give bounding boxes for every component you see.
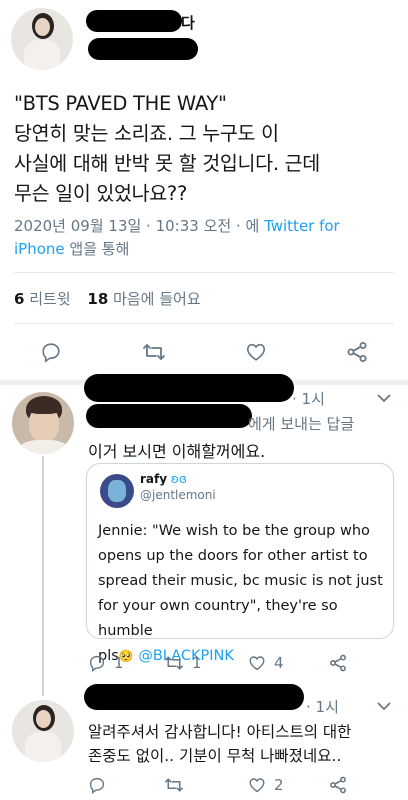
retweet-icon bbox=[165, 656, 183, 670]
likes-count: 18 bbox=[87, 290, 109, 308]
reply-2-text-line: 존중도 없이.. 기분이 무척 나빠졌네요.. bbox=[88, 747, 342, 765]
tweet-source-link[interactable]: Twitter for bbox=[264, 217, 340, 235]
thread-line bbox=[42, 456, 44, 696]
likes-stat[interactable]: 18 마음에 들어요 bbox=[87, 290, 200, 308]
tweet-meta: 2020년 09월 13일 · 10:33 오전 · 에 Twitter for… bbox=[14, 215, 399, 261]
quoted-text-line: spread their music, bc music is not just bbox=[98, 573, 383, 589]
butterfly-icon: ʚɞ bbox=[167, 472, 187, 486]
reply-2-text-line: 알려주셔서 감사합니다! 아티스트의 대한 bbox=[88, 723, 352, 741]
tweet-source-suffix: 앱을 통해 bbox=[64, 240, 130, 258]
like-count: 4 bbox=[274, 654, 284, 672]
retweets-label: 리트윗 bbox=[29, 290, 71, 308]
retweet-icon[interactable] bbox=[164, 776, 184, 794]
like-count: 2 bbox=[274, 776, 284, 794]
share-action-icon[interactable] bbox=[345, 340, 369, 364]
tweet-timestamp[interactable]: 2020년 09월 13일 · 10:33 오전 · 에 bbox=[14, 217, 264, 235]
tweet-text-line: 무슨 일이 있었나요?? bbox=[14, 182, 188, 205]
retweet-action-icon[interactable] bbox=[142, 341, 166, 363]
reply-author-avatar[interactable] bbox=[12, 392, 74, 454]
redacted-author-handle bbox=[88, 38, 198, 60]
retweets-stat[interactable]: 6 리트윗 bbox=[14, 290, 71, 308]
chevron-down-icon[interactable] bbox=[376, 700, 392, 712]
share-icon[interactable] bbox=[328, 653, 348, 673]
replying-to-suffix: 에게 보내는 답글 bbox=[248, 415, 355, 433]
quoted-author-handle: @jentlemoni bbox=[140, 488, 216, 502]
reply-1-retweet-button[interactable]: 1 bbox=[164, 654, 202, 672]
quoted-author-avatar bbox=[100, 474, 134, 508]
tweet-text: "BTS PAVED THE WAY" 당연히 맞는 소리죠. 그 누구도 이 … bbox=[14, 89, 320, 209]
tweet-text-line: 당연히 맞는 소리죠. 그 누구도 이 bbox=[14, 122, 279, 145]
reply-icon bbox=[89, 655, 105, 672]
retweet-count: 1 bbox=[192, 654, 202, 672]
quoted-author-name: rafy ʚɞ bbox=[140, 472, 187, 486]
reply-1-reply-button[interactable]: 1 bbox=[88, 654, 124, 672]
author-name-fragment: 다 bbox=[181, 14, 195, 32]
reply-1-like-button[interactable]: 4 bbox=[248, 654, 284, 672]
reply-text: 이거 보시면 이해할꺼에요. bbox=[88, 442, 266, 461]
reply-2-author-avatar[interactable] bbox=[12, 700, 74, 762]
quoted-text-line: Jennie: "We wish to be the group who bbox=[98, 523, 370, 539]
tweet-source-link-2[interactable]: iPhone bbox=[14, 240, 65, 258]
author-avatar[interactable] bbox=[11, 8, 73, 70]
quoted-tweet-text: Jennie: "We wish to be the group who ope… bbox=[98, 519, 390, 669]
reply-icon[interactable] bbox=[88, 776, 106, 794]
like-action-icon[interactable] bbox=[245, 341, 267, 363]
reply-2-text: 알려주셔서 감사합니다! 아티스트의 대한 존중도 없이.. 기분이 무척 나빠… bbox=[88, 720, 351, 768]
reply-2-like-button[interactable]: 2 bbox=[248, 776, 284, 794]
reply-action-icon[interactable] bbox=[40, 341, 62, 363]
redacted-reply-author bbox=[84, 374, 294, 402]
retweets-count: 6 bbox=[14, 290, 25, 308]
reply-2-time[interactable]: · 1시 bbox=[306, 696, 339, 717]
redacted-reply-2-author bbox=[84, 684, 304, 710]
tweet-text-line: 사실에 대해 반박 못 할 것입니다. 근데 bbox=[14, 152, 320, 175]
quoted-text-line: for your own country", they're so humble bbox=[98, 598, 338, 639]
reply-count: 1 bbox=[114, 654, 124, 672]
divider bbox=[14, 272, 394, 273]
likes-label: 마음에 들어요 bbox=[113, 290, 201, 308]
tweet-text-line: "BTS PAVED THE WAY" bbox=[14, 92, 227, 115]
reply-time[interactable]: · 1시 bbox=[292, 388, 325, 409]
redacted-author-name bbox=[86, 10, 182, 32]
divider bbox=[14, 323, 394, 324]
heart-icon bbox=[249, 778, 265, 793]
tweet-stats: 6 리트윗 18 마음에 들어요 bbox=[14, 288, 201, 309]
share-icon[interactable] bbox=[328, 775, 348, 795]
redacted-replying-to bbox=[86, 404, 252, 428]
heart-icon bbox=[249, 656, 265, 671]
quoted-text-line: opens up the doors for other artist to bbox=[98, 548, 368, 564]
chevron-down-icon[interactable] bbox=[376, 392, 392, 404]
